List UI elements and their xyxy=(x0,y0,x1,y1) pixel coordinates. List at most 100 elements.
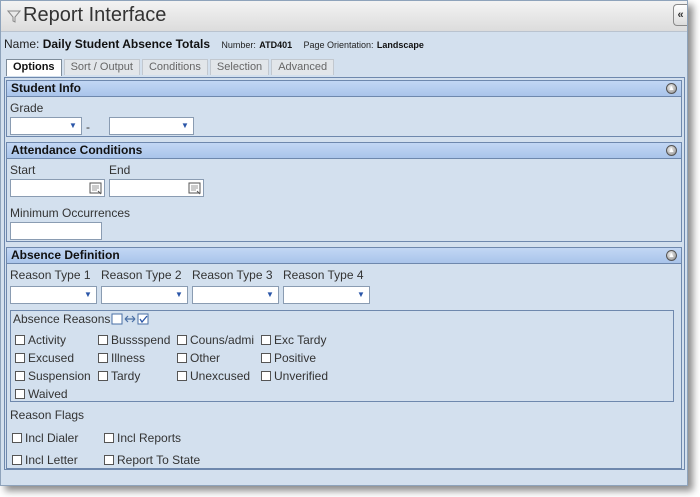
chevron-down-icon: ▼ xyxy=(84,290,92,299)
attendance-conditions-title: Attendance Conditions xyxy=(11,143,143,157)
reason-unverified-checkbox[interactable]: Unverified xyxy=(261,369,328,383)
absence-reasons-label-text: Absence Reasons xyxy=(13,312,111,326)
min-occurrences-input[interactable] xyxy=(10,222,102,240)
reason-couns-admi-checkbox[interactable]: Couns/admi xyxy=(177,333,254,347)
tab-advanced[interactable]: Advanced xyxy=(271,59,335,75)
flag-incl-reports-checkbox[interactable]: Incl Reports xyxy=(104,431,181,445)
flag-incl-letter-checkbox[interactable]: Incl Letter xyxy=(12,453,78,467)
checkbox-box[interactable] xyxy=(104,433,114,443)
checkbox-box[interactable] xyxy=(15,353,25,363)
checkbox-box[interactable] xyxy=(261,335,271,345)
start-date-input[interactable] xyxy=(10,179,105,197)
report-number-label: Number: xyxy=(221,40,256,50)
flag-incl-letter-label: Incl Letter xyxy=(25,453,78,467)
grade-to-select[interactable]: ▼ xyxy=(109,117,194,135)
chevron-down-icon: ▼ xyxy=(69,121,77,130)
window-title: Report Interface xyxy=(23,4,167,26)
reason-unexcused-checkbox[interactable]: Unexcused xyxy=(177,369,250,383)
chevron-down-icon: ▼ xyxy=(175,290,183,299)
attendance-conditions-section: Attendance Conditions ▲ Start End Minimu… xyxy=(6,142,682,242)
collapse-section-icon[interactable]: ▲ xyxy=(666,145,677,156)
flag-report-to-state-label: Report To State xyxy=(117,453,201,467)
calendar-icon[interactable] xyxy=(188,181,202,195)
flag-incl-reports-label: Incl Reports xyxy=(117,431,182,445)
tab-selection[interactable]: Selection xyxy=(209,59,270,75)
page-orientation-value: Landscape xyxy=(376,40,424,50)
attendance-conditions-header: Attendance Conditions ▲ xyxy=(7,143,681,159)
chevron-down-icon: ▼ xyxy=(266,290,274,299)
collapse-section-icon[interactable]: ▲ xyxy=(666,83,677,94)
checkbox-box[interactable] xyxy=(98,371,108,381)
title-bar: Report Interface « xyxy=(1,1,687,32)
grade-from-select[interactable]: ▼ xyxy=(10,117,82,135)
checkbox-box[interactable] xyxy=(177,335,187,345)
reason-activity-checkbox[interactable]: Activity xyxy=(15,333,66,347)
reason-type-4-label: Reason Type 4 xyxy=(283,268,364,282)
checkbox-box[interactable] xyxy=(12,433,22,443)
reason-type-2-select[interactable]: ▼ xyxy=(101,286,188,304)
reason-waived-label: Waived xyxy=(28,387,68,401)
checkbox-box[interactable] xyxy=(15,371,25,381)
tab-bar: Options Sort / Output Conditions Selecti… xyxy=(6,59,336,76)
student-info-header: Student Info ▲ xyxy=(7,81,681,97)
tab-sort-output[interactable]: Sort / Output xyxy=(63,59,140,75)
reason-exc-tardy-label: Exc Tardy xyxy=(274,333,327,347)
reason-activity-label: Activity xyxy=(28,333,67,347)
checkbox-box[interactable] xyxy=(177,371,187,381)
flag-incl-dialer-checkbox[interactable]: Incl Dialer xyxy=(12,431,78,445)
flag-report-to-state-checkbox[interactable]: Report To State xyxy=(104,453,200,467)
reason-type-1-label: Reason Type 1 xyxy=(10,268,91,282)
grade-label: Grade xyxy=(10,101,44,115)
select-all-toggle-icon[interactable] xyxy=(111,312,151,326)
grade-range-separator: - xyxy=(86,120,90,134)
checkbox-box[interactable] xyxy=(261,371,271,381)
reason-suspension-checkbox[interactable]: Suspension xyxy=(15,369,91,383)
checkbox-box[interactable] xyxy=(261,353,271,363)
reason-excused-label: Excused xyxy=(28,351,75,365)
reason-suspension-label: Suspension xyxy=(28,369,91,383)
report-name-value: Daily Student Absence Totals xyxy=(42,37,211,51)
chevron-down-icon: ▼ xyxy=(357,290,365,299)
calendar-icon[interactable] xyxy=(89,181,103,195)
absence-definition-title: Absence Definition xyxy=(11,248,120,262)
reason-flags-label: Reason Flags xyxy=(10,408,85,422)
chevron-down-icon: ▼ xyxy=(181,121,189,130)
absence-reasons-label: Absence Reasons xyxy=(13,312,151,326)
reason-other-checkbox[interactable]: Other xyxy=(177,351,220,365)
reason-bussspend-checkbox[interactable]: Bussspend xyxy=(98,333,170,347)
reason-unexcused-label: Unexcused xyxy=(190,369,251,383)
tab-conditions[interactable]: Conditions xyxy=(141,59,208,75)
reason-waived-checkbox[interactable]: Waived xyxy=(15,387,68,401)
reason-couns-admi-label: Couns/admi xyxy=(190,333,255,347)
reason-illness-checkbox[interactable]: Illness xyxy=(98,351,145,365)
collapse-button[interactable]: « xyxy=(673,4,687,26)
reason-tardy-label: Tardy xyxy=(111,369,141,383)
absence-definition-section: Absence Definition ▲ Reason Type 1 Reaso… xyxy=(6,247,682,469)
reason-type-3-select[interactable]: ▼ xyxy=(192,286,279,304)
reason-type-3-label: Reason Type 3 xyxy=(192,268,273,282)
reason-type-2-label: Reason Type 2 xyxy=(101,268,182,282)
tab-options[interactable]: Options xyxy=(6,59,62,76)
collapse-section-icon[interactable]: ▲ xyxy=(666,250,677,261)
options-panel: Student Info ▲ Grade ▼ - ▼ Attendance Co… xyxy=(4,77,685,470)
reason-type-4-select[interactable]: ▼ xyxy=(283,286,370,304)
reason-exc-tardy-checkbox[interactable]: Exc Tardy xyxy=(261,333,326,347)
filter-icon xyxy=(7,10,21,23)
reason-excused-checkbox[interactable]: Excused xyxy=(15,351,74,365)
reason-type-1-select[interactable]: ▼ xyxy=(10,286,97,304)
student-info-section: Student Info ▲ Grade ▼ - ▼ xyxy=(6,80,682,137)
checkbox-box[interactable] xyxy=(177,353,187,363)
reason-positive-label: Positive xyxy=(274,351,317,365)
checkbox-box[interactable] xyxy=(15,389,25,399)
checkbox-box[interactable] xyxy=(98,335,108,345)
checkbox-box[interactable] xyxy=(15,335,25,345)
flag-incl-dialer-label: Incl Dialer xyxy=(25,431,79,445)
checkbox-box[interactable] xyxy=(12,455,22,465)
checkbox-box[interactable] xyxy=(104,455,114,465)
end-date-input[interactable] xyxy=(109,179,204,197)
reason-illness-label: Illness xyxy=(111,351,146,365)
end-date-label: End xyxy=(109,163,131,177)
checkbox-box[interactable] xyxy=(98,353,108,363)
reason-tardy-checkbox[interactable]: Tardy xyxy=(98,369,140,383)
reason-positive-checkbox[interactable]: Positive xyxy=(261,351,316,365)
